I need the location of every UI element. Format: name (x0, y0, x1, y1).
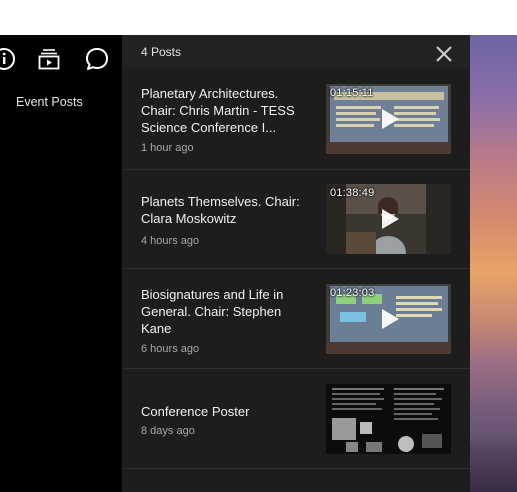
sidebar-item-event-posts[interactable]: Event Posts (16, 95, 83, 109)
post-time: 6 hours ago (141, 343, 200, 355)
close-icon[interactable] (433, 43, 455, 65)
post-item[interactable]: Planetary Architectures. Chair: Chris Ma… (122, 68, 470, 170)
post-item[interactable]: Biosignatures and Life in General. Chair… (122, 268, 470, 369)
play-icon[interactable] (376, 206, 402, 232)
post-item[interactable]: Planets Themselves. Chair: Clara Moskowi… (122, 169, 470, 269)
post-time: 1 hour ago (141, 142, 194, 154)
post-title[interactable]: Planetary Architectures. Chair: Chris Ma… (141, 85, 313, 136)
background-hills (470, 432, 517, 492)
play-icon[interactable] (376, 106, 402, 132)
video-duration: 01:38:49 (330, 187, 375, 199)
post-title[interactable]: Conference Poster (141, 403, 313, 420)
video-thumbnail[interactable]: 01:23:03 (326, 284, 451, 354)
panel-header: 4 Posts (122, 35, 470, 68)
post-time: 4 hours ago (141, 235, 200, 247)
sidebar: Event Posts (0, 35, 122, 492)
post-title[interactable]: Biosignatures and Life in General. Chair… (141, 286, 313, 337)
info-icon[interactable] (0, 43, 20, 75)
video-thumbnail[interactable]: 01:15:11 (326, 84, 451, 154)
media-stack-icon[interactable] (33, 43, 65, 75)
post-time: 8 days ago (141, 425, 195, 437)
posts-panel: 4 Posts Planetary Architectures. Chair: … (122, 35, 470, 492)
post-item[interactable]: Conference Poster 8 days ago (122, 368, 470, 469)
video-duration: 01:23:03 (330, 287, 375, 299)
page-top-area (0, 0, 517, 35)
chat-bubble-icon[interactable] (81, 43, 113, 75)
video-duration: 01:15:11 (330, 87, 374, 99)
post-title[interactable]: Planets Themselves. Chair: Clara Moskowi… (141, 193, 313, 227)
panel-title: 4 Posts (141, 45, 182, 59)
video-thumbnail[interactable]: 01:38:49 (326, 184, 451, 254)
poster-thumbnail[interactable] (326, 384, 451, 454)
background-photo (470, 35, 517, 492)
play-icon[interactable] (376, 306, 402, 332)
